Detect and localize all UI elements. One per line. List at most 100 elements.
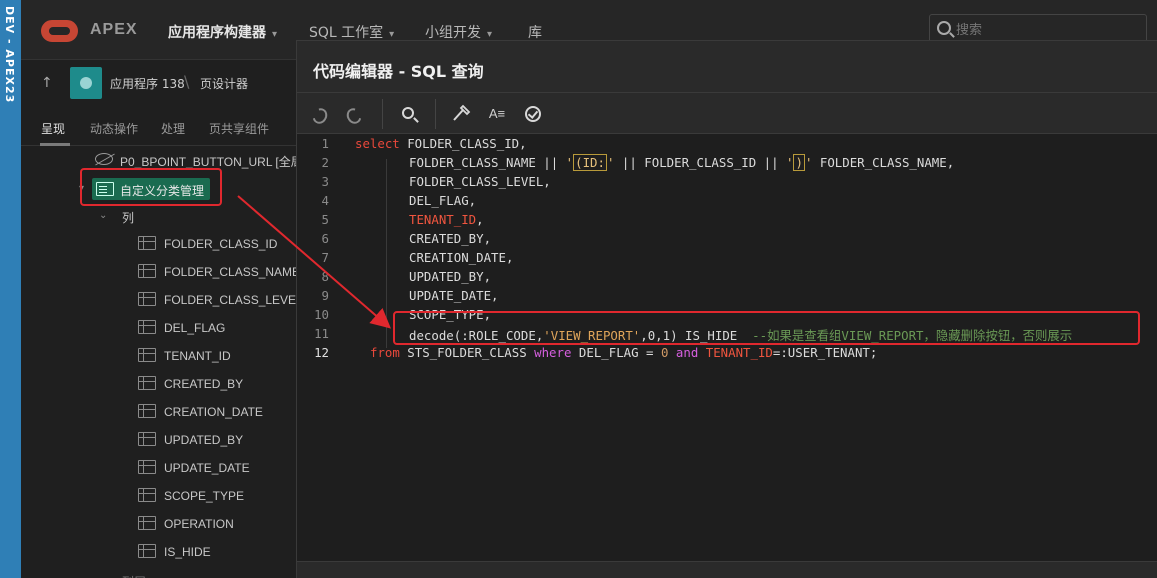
column-label: OPERATION bbox=[164, 517, 234, 531]
code-text: FOLDER_CLASS_LEVEL, bbox=[409, 174, 551, 189]
dialog-title-bar: 代码编辑器 - SQL 查询 bbox=[297, 41, 1157, 93]
column-item[interactable]: TENANT_ID bbox=[21, 344, 296, 368]
column-icon bbox=[138, 348, 156, 362]
query-builder-button[interactable] bbox=[448, 101, 474, 127]
column-icon bbox=[138, 460, 156, 474]
rendering-tree: P0_BPOINT_BUTTON_URL [全局 ▾ 自定义分类管理 ⌄ 列 F… bbox=[21, 146, 303, 578]
tab-dynamic-actions[interactable]: 动态操作 bbox=[90, 120, 138, 137]
code-line: 5 TENANT_ID, bbox=[297, 210, 1157, 229]
column-label: IS_HIDE bbox=[164, 545, 211, 559]
tab-rendering[interactable]: 呈现 bbox=[41, 120, 65, 137]
code-line: 9 UPDATE_DATE, bbox=[297, 286, 1157, 305]
nav-gallery[interactable]: 库 bbox=[528, 22, 542, 42]
line-number: 4 bbox=[321, 193, 329, 208]
column-icon bbox=[138, 376, 156, 390]
breadcrumb: ↑ 应用程序 138 \ 页设计器 bbox=[21, 60, 296, 106]
line-number: 11 bbox=[314, 326, 329, 341]
line-number: 10 bbox=[314, 307, 329, 322]
column-item[interactable]: CREATION_DATE bbox=[21, 400, 296, 424]
tab-page-shared-components[interactable]: 页共享组件 bbox=[209, 120, 269, 137]
code-text: TENANT_ID, bbox=[409, 212, 484, 227]
breadcrumb-separator: \ bbox=[184, 72, 190, 91]
nav-gallery-label: 库 bbox=[528, 25, 542, 41]
nav-app-builder[interactable]: 应用程序构建器 ▾ bbox=[168, 22, 277, 42]
column-label: TENANT_ID bbox=[164, 349, 231, 363]
column-item[interactable]: FOLDER_CLASS_NAME bbox=[21, 260, 300, 284]
column-icon bbox=[138, 516, 156, 530]
line-number: 5 bbox=[321, 212, 329, 227]
validate-button[interactable] bbox=[520, 101, 546, 127]
column-item[interactable]: FOLDER_CLASS_ID bbox=[21, 232, 296, 256]
code-editor[interactable]: 1 select FOLDER_CLASS_ID, 2 FOLDER_CLASS… bbox=[297, 134, 1157, 561]
column-label: FOLDER_CLASS_ID bbox=[164, 237, 278, 251]
partial-label: 列尾 bbox=[122, 573, 146, 578]
hidden-item-icon bbox=[95, 153, 113, 165]
line-number: 7 bbox=[321, 250, 329, 265]
column-icon bbox=[138, 264, 156, 278]
column-label: FOLDER_CLASS_LEVEL bbox=[164, 293, 303, 307]
arrow-up-icon[interactable]: ↑ bbox=[41, 75, 53, 91]
editor-toolbar: A≡ bbox=[297, 93, 1157, 134]
breadcrumb-app[interactable]: 应用程序 138 bbox=[110, 75, 185, 92]
code-line: 2 FOLDER_CLASS_NAME || ' (ID: ' || FOLDER_… bbox=[297, 153, 1157, 172]
page-designer-tabs: 呈现 动态操作 处理 页共享组件 bbox=[21, 106, 296, 146]
column-label: SCOPE_TYPE bbox=[164, 489, 245, 503]
code-line: 8 UPDATED_BY, bbox=[297, 267, 1157, 286]
column-label: UPDATE_DATE bbox=[164, 461, 250, 475]
apex-brand[interactable]: APEX bbox=[90, 21, 138, 39]
line-number: 6 bbox=[321, 231, 329, 246]
line-number: 9 bbox=[321, 288, 329, 303]
nav-team-development[interactable]: 小组开发 ▾ bbox=[425, 22, 492, 42]
code-text: DEL_FLAG, bbox=[409, 193, 477, 208]
redo-button[interactable] bbox=[341, 101, 367, 127]
column-item[interactable]: SCOPE_TYPE bbox=[21, 484, 296, 508]
search-icon bbox=[402, 107, 414, 119]
column-item[interactable]: UPDATE_DATE bbox=[21, 456, 296, 480]
search-icon bbox=[937, 21, 951, 35]
column-item[interactable]: UPDATED_BY bbox=[21, 428, 296, 452]
search-input[interactable] bbox=[956, 21, 1136, 39]
tab-processing[interactable]: 处理 bbox=[161, 120, 185, 137]
hammer-icon bbox=[453, 104, 471, 121]
tree-item-columns[interactable]: ⌄ 列 bbox=[21, 204, 296, 228]
annotation-box-code bbox=[393, 311, 1140, 345]
chevron-down-icon[interactable]: ⌄ bbox=[99, 210, 107, 221]
nav-sql-workshop-label: SQL 工作室 bbox=[309, 25, 384, 41]
oracle-logo-icon[interactable] bbox=[41, 20, 78, 42]
line-number: 3 bbox=[321, 174, 329, 189]
column-icon bbox=[138, 292, 156, 306]
nav-app-builder-label: 应用程序构建器 bbox=[168, 25, 266, 41]
format-button[interactable]: A≡ bbox=[484, 101, 510, 127]
column-label: DEL_FLAG bbox=[164, 321, 226, 335]
code-text: UPDATED_BY, bbox=[409, 269, 492, 284]
column-label: CREATION_DATE bbox=[164, 405, 263, 419]
column-item[interactable]: DEL_FLAG bbox=[21, 316, 296, 340]
chevron-down-icon: ▾ bbox=[389, 29, 395, 40]
code-line: 12 from STS_FOLDER_CLASS where DEL_FLAG … bbox=[297, 343, 1157, 362]
nav-team-development-label: 小组开发 bbox=[425, 25, 481, 41]
breadcrumb-page: 页设计器 bbox=[200, 77, 249, 91]
line-number: 2 bbox=[321, 155, 329, 170]
line-number: 1 bbox=[321, 136, 329, 151]
column-icon bbox=[138, 236, 156, 250]
undo-button[interactable] bbox=[307, 101, 333, 127]
column-item[interactable]: CREATED_BY bbox=[21, 372, 296, 396]
column-item[interactable]: IS_HIDE bbox=[21, 540, 296, 564]
nav-sql-workshop[interactable]: SQL 工作室 ▾ bbox=[309, 22, 394, 42]
column-item[interactable]: OPERATION bbox=[21, 512, 296, 536]
column-item[interactable]: FOLDER_CLASS_LEVEL bbox=[21, 288, 303, 312]
column-label: CREATED_BY bbox=[164, 377, 244, 391]
chevron-down-icon: ▾ bbox=[272, 29, 278, 40]
find-button[interactable] bbox=[395, 101, 421, 127]
code-text: CREATED_BY, bbox=[409, 231, 492, 246]
code-line: 1 select FOLDER_CLASS_ID, bbox=[297, 134, 1157, 153]
dialog-footer bbox=[297, 561, 1157, 578]
code-line: 3 FOLDER_CLASS_LEVEL, bbox=[297, 172, 1157, 191]
environment-banner: DEV - APEX23 bbox=[0, 0, 21, 578]
chevron-down-icon: ▾ bbox=[487, 29, 493, 40]
app-icon[interactable] bbox=[70, 67, 102, 99]
code-editor-dialog: 代码编辑器 - SQL 查询 A≡ 1 select FOLDER_CLASS_… bbox=[296, 40, 1157, 578]
tree-item-partial[interactable]: 列尾 bbox=[21, 568, 296, 578]
format-icon: A≡ bbox=[488, 106, 506, 121]
code-text: FOLDER_CLASS_NAME || ' (ID: ' || FOLDER_CL… bbox=[409, 154, 955, 171]
